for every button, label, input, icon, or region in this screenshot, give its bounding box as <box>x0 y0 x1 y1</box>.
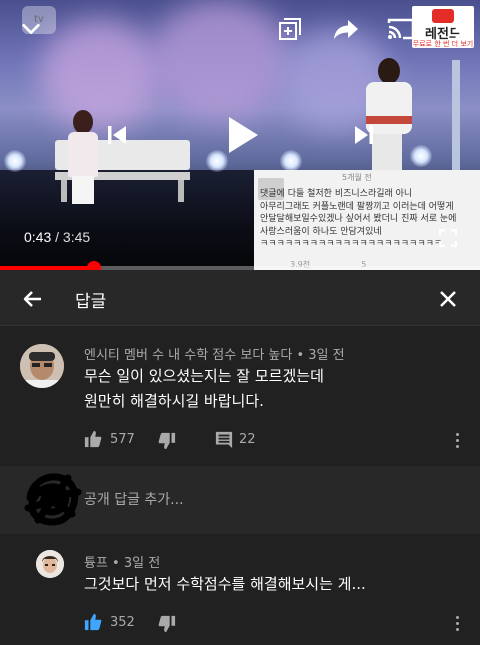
like-button[interactable] <box>82 428 104 450</box>
comment-time: 3일 전 <box>123 556 161 571</box>
like-count: 577 <box>110 432 135 447</box>
add-reply-input[interactable]: 공개 답글 추가... <box>84 489 184 509</box>
comment-author[interactable]: 튱프 <box>84 556 108 571</box>
like-count: 352 <box>110 615 135 630</box>
fullscreen-icon <box>439 229 457 247</box>
dislike-button[interactable] <box>156 613 178 635</box>
cast-button[interactable] <box>385 14 417 44</box>
seek-bar-thumb[interactable] <box>87 261 102 270</box>
fullscreen-button[interactable] <box>436 226 460 250</box>
stage-light <box>4 150 26 172</box>
chevron-down-icon <box>22 23 40 35</box>
stage-smoke <box>150 0 290 120</box>
share-button[interactable] <box>330 14 362 44</box>
dislike-button[interactable] <box>156 430 178 452</box>
embedded-comment-card: 5개월 전 댓글에 다들 철저한 비즈니스라길래 아니 아무리그래도 커플노랜데… <box>254 170 480 270</box>
scribbled-avatar-icon <box>24 473 82 526</box>
current-time: 0:43 <box>24 229 52 245</box>
comment-more-icon[interactable] <box>455 433 461 451</box>
comment-line: 무슨 일이 있으셨는지는 잘 모르겠는데 <box>84 367 324 385</box>
reply-panel-header: 답글 <box>0 270 480 326</box>
embedded-comment-line: 안달달해보일수있겠나 싶어서 봤더니 진짜 서로 눈에 <box>260 214 457 224</box>
video-player[interactable]: tv 레전드 무료로 한 번 더 보기 5개월 전 댓글에 다들 철저한 비즈니… <box>0 0 480 270</box>
avatar[interactable] <box>20 344 64 388</box>
reply-panel-title: 답글 <box>75 292 107 312</box>
comment-meta: 엔시티 멤버 수 내 수학 점수 보다 높다 • 3일 전 <box>84 348 345 363</box>
embedded-comment-line: 댓글에 다들 철저한 비즈니스라길래 아니 <box>260 189 413 199</box>
stage-smoke <box>40 20 160 130</box>
player-more-button[interactable] <box>448 14 468 44</box>
comment-text: 무슨 일이 있으셨는지는 잘 모르겠는데 원만히 해결하시길 바랍니다. <box>84 364 324 414</box>
avatar-image <box>36 550 64 578</box>
share-icon <box>334 20 358 39</box>
previous-button[interactable] <box>100 118 134 152</box>
play-button[interactable] <box>220 110 266 160</box>
comment-line: 원만히 해결하시길 바랍니다. <box>84 392 264 410</box>
close-icon <box>440 291 456 307</box>
collapse-player-button[interactable] <box>16 14 46 44</box>
stage-light <box>280 150 302 172</box>
add-to-playlist-button[interactable] <box>275 14 305 44</box>
thumbs-down-icon <box>158 615 176 633</box>
reply-button[interactable] <box>212 429 236 451</box>
comment-time: 3일 전 <box>308 348 345 363</box>
back-button[interactable] <box>18 284 48 314</box>
reply-count: 22 <box>239 432 256 447</box>
avatar[interactable] <box>36 550 64 578</box>
skip-previous-icon <box>108 126 126 144</box>
comment-text: 그것보다 먼저 수학점수를 해결해보시는 게... <box>84 575 366 593</box>
time-display: 0:43 / 3:45 <box>24 229 91 245</box>
avatar-image <box>20 344 64 388</box>
performer-left <box>66 110 100 205</box>
play-icon <box>229 117 258 153</box>
next-button[interactable] <box>347 118 381 152</box>
comment-meta: 튱프 • 3일 전 <box>84 556 161 571</box>
embedded-comment-line: 아무리그래도 커플노랜데 팔짱끼고 이러는데 어떻게 <box>260 201 454 212</box>
add-reply-bar[interactable]: 공개 답글 추가... <box>0 466 480 534</box>
thumbs-up-icon <box>84 430 102 448</box>
thumbs-up-icon <box>84 613 102 631</box>
video-duration: 3:45 <box>62 229 91 245</box>
skip-next-icon <box>355 126 373 144</box>
top-comment: 엔시티 멤버 수 내 수학 점수 보다 높다 • 3일 전 무슨 일이 있으셨는… <box>0 326 480 466</box>
playlist-add-icon <box>279 18 301 40</box>
comment-more-icon[interactable] <box>455 616 461 634</box>
back-arrow-icon <box>23 291 41 307</box>
comment-author[interactable]: 엔시티 멤버 수 내 수학 점수 보다 높다 <box>84 348 292 363</box>
thumbs-down-icon <box>158 432 176 450</box>
reply-comment: 튱프 • 3일 전 그것보다 먼저 수학점수를 해결해보시는 게... 352 <box>0 534 480 645</box>
embedded-comment-time: 5개월 전 <box>342 172 372 182</box>
more-vertical-icon <box>455 18 461 40</box>
cast-icon <box>387 18 415 40</box>
comment-icon <box>215 431 233 449</box>
close-button[interactable] <box>433 284 463 314</box>
like-button-active[interactable] <box>82 611 104 633</box>
